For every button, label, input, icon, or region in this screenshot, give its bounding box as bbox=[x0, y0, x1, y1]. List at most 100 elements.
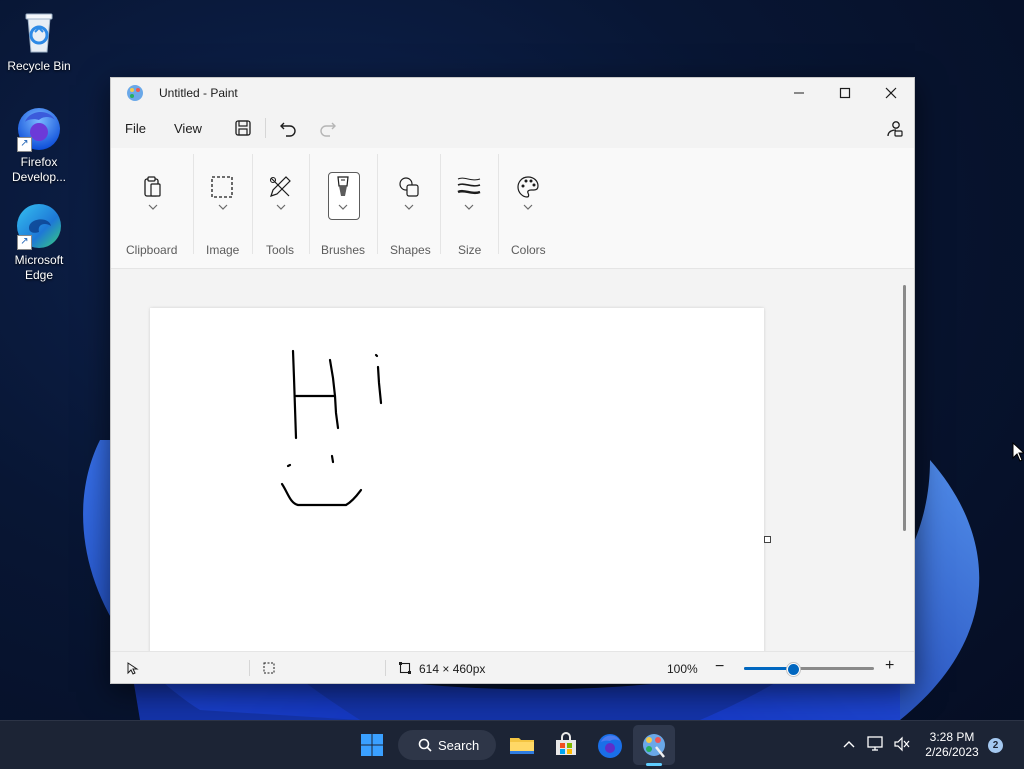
firefox-developer-icon: ↗ bbox=[15, 104, 63, 152]
menu-separator bbox=[265, 118, 266, 138]
taskbar-search-button[interactable]: Search bbox=[398, 730, 496, 760]
ribbon-separator bbox=[252, 154, 253, 254]
cursor-position-icon bbox=[127, 662, 139, 675]
chevron-down-icon bbox=[148, 204, 158, 210]
ribbon-group-label: Colors bbox=[511, 243, 546, 257]
ribbon-group-clipboard[interactable]: Clipboard bbox=[123, 148, 183, 268]
shortcut-arrow-icon: ↗ bbox=[17, 235, 32, 250]
redo-icon[interactable] bbox=[318, 118, 338, 138]
palette-icon bbox=[517, 176, 539, 198]
brush-icon bbox=[337, 176, 349, 196]
ribbon-group-shapes[interactable]: Shapes bbox=[385, 148, 433, 268]
desktop-icon-label: Microsoft Edge bbox=[14, 253, 64, 282]
mouse-pointer-icon bbox=[1012, 442, 1024, 462]
close-button[interactable] bbox=[868, 78, 914, 108]
ribbon-group-image[interactable]: Image bbox=[201, 148, 245, 268]
status-separator bbox=[249, 660, 250, 676]
search-label: Search bbox=[438, 738, 480, 753]
menu-bar: File View bbox=[111, 108, 914, 148]
desktop-icon-recycle-bin[interactable]: Recycle Bin bbox=[0, 8, 78, 74]
desktop-icon-microsoft-edge[interactable]: ↗ Microsoft Edge bbox=[0, 202, 78, 283]
status-bar: 614 × 460px 100% − + bbox=[111, 651, 914, 683]
ribbon-toolbar: Clipboard Image Tools Brushes Shapes Siz… bbox=[111, 148, 914, 269]
desktop-icon-label: Recycle Bin bbox=[7, 59, 71, 73]
shapes-icon bbox=[399, 177, 419, 197]
pencil-icon bbox=[269, 176, 291, 197]
chevron-down-icon bbox=[523, 204, 533, 210]
account-settings-icon[interactable] bbox=[884, 118, 904, 138]
ribbon-separator bbox=[440, 154, 441, 254]
desktop-icon-label: Firefox Develop... bbox=[11, 155, 67, 184]
paint-app-icon bbox=[127, 85, 143, 101]
recycle-bin-icon bbox=[15, 8, 63, 56]
paint-taskbar-icon[interactable] bbox=[640, 731, 668, 759]
save-icon[interactable] bbox=[233, 118, 253, 138]
zoom-slider-thumb[interactable] bbox=[787, 663, 801, 676]
system-clock[interactable]: 3:28 PM 2/26/2023 bbox=[914, 730, 990, 760]
windows-start-icon[interactable] bbox=[358, 731, 386, 759]
ribbon-group-label: Shapes bbox=[390, 243, 431, 257]
title-bar[interactable]: Untitled - Paint bbox=[111, 78, 914, 108]
menu-file[interactable]: File bbox=[125, 121, 146, 136]
volume-muted-icon[interactable] bbox=[893, 736, 911, 752]
clock-date: 2/26/2023 bbox=[925, 745, 979, 759]
ribbon-group-brushes[interactable]: Brushes bbox=[316, 148, 370, 268]
window-title: Untitled - Paint bbox=[159, 86, 238, 100]
ribbon-group-tools[interactable]: Tools bbox=[259, 148, 303, 268]
ribbon-group-size[interactable]: Size bbox=[447, 148, 491, 268]
chevron-down-icon bbox=[338, 204, 348, 210]
ribbon-separator bbox=[498, 154, 499, 254]
size-icon bbox=[457, 177, 481, 195]
selection-size-icon bbox=[263, 662, 275, 674]
chevron-down-icon bbox=[404, 204, 414, 210]
minimize-icon bbox=[794, 92, 804, 94]
zoom-level-label[interactable]: 100% bbox=[667, 662, 698, 676]
edge-icon: ↗ bbox=[15, 202, 63, 250]
drawing-canvas[interactable] bbox=[150, 308, 764, 651]
undo-icon[interactable] bbox=[278, 118, 298, 138]
ribbon-separator bbox=[377, 154, 378, 254]
chevron-down-icon bbox=[276, 204, 286, 210]
maximize-icon bbox=[839, 87, 851, 99]
canvas-size-label: 614 × 460px bbox=[419, 662, 486, 676]
firefox-developer-taskbar-icon[interactable] bbox=[596, 731, 624, 759]
taskbar: Search 3:28 PM 2/26/2023 2 bbox=[0, 720, 1024, 769]
freehand-drawing bbox=[280, 349, 383, 507]
notification-badge[interactable]: 2 bbox=[988, 738, 1003, 753]
network-icon[interactable] bbox=[867, 736, 885, 752]
file-explorer-icon[interactable] bbox=[508, 731, 536, 759]
chevron-down-icon bbox=[218, 204, 228, 210]
close-icon bbox=[885, 87, 897, 99]
search-icon bbox=[418, 738, 432, 752]
ribbon-group-label: Clipboard bbox=[126, 243, 178, 257]
desktop-icon-firefox-developer[interactable]: ↗ Firefox Develop... bbox=[0, 104, 78, 185]
microsoft-store-icon[interactable] bbox=[552, 731, 580, 759]
selection-icon bbox=[211, 176, 233, 198]
clock-time: 3:28 PM bbox=[929, 730, 975, 744]
maximize-button[interactable] bbox=[822, 78, 868, 108]
canvas-workspace bbox=[111, 269, 914, 651]
ribbon-group-colors[interactable]: Colors bbox=[505, 148, 551, 268]
ribbon-separator bbox=[309, 154, 310, 254]
zoom-in-button[interactable]: + bbox=[885, 657, 894, 675]
ribbon-group-label: Brushes bbox=[321, 243, 366, 257]
canvas-size-icon bbox=[399, 662, 411, 674]
status-separator bbox=[385, 660, 386, 676]
minimize-button[interactable] bbox=[776, 78, 822, 108]
paint-window: Untitled - Paint File View Clipboard Ima… bbox=[110, 77, 915, 684]
chevron-down-icon bbox=[464, 204, 474, 210]
ribbon-group-label: Image bbox=[206, 243, 240, 257]
ribbon-separator bbox=[193, 154, 194, 254]
clipboard-icon bbox=[144, 176, 161, 197]
shortcut-arrow-icon: ↗ bbox=[17, 137, 32, 152]
vertical-scrollbar[interactable] bbox=[903, 285, 906, 531]
chevron-up-icon[interactable] bbox=[842, 739, 856, 749]
zoom-slider-fill bbox=[744, 667, 794, 670]
paint-running-indicator bbox=[646, 763, 662, 766]
ribbon-group-label: Size bbox=[458, 243, 482, 257]
zoom-slider[interactable] bbox=[744, 663, 874, 676]
menu-view[interactable]: View bbox=[174, 121, 202, 136]
zoom-out-button[interactable]: − bbox=[715, 658, 724, 676]
ribbon-group-label: Tools bbox=[266, 243, 295, 257]
canvas-resize-handle[interactable] bbox=[764, 536, 771, 543]
